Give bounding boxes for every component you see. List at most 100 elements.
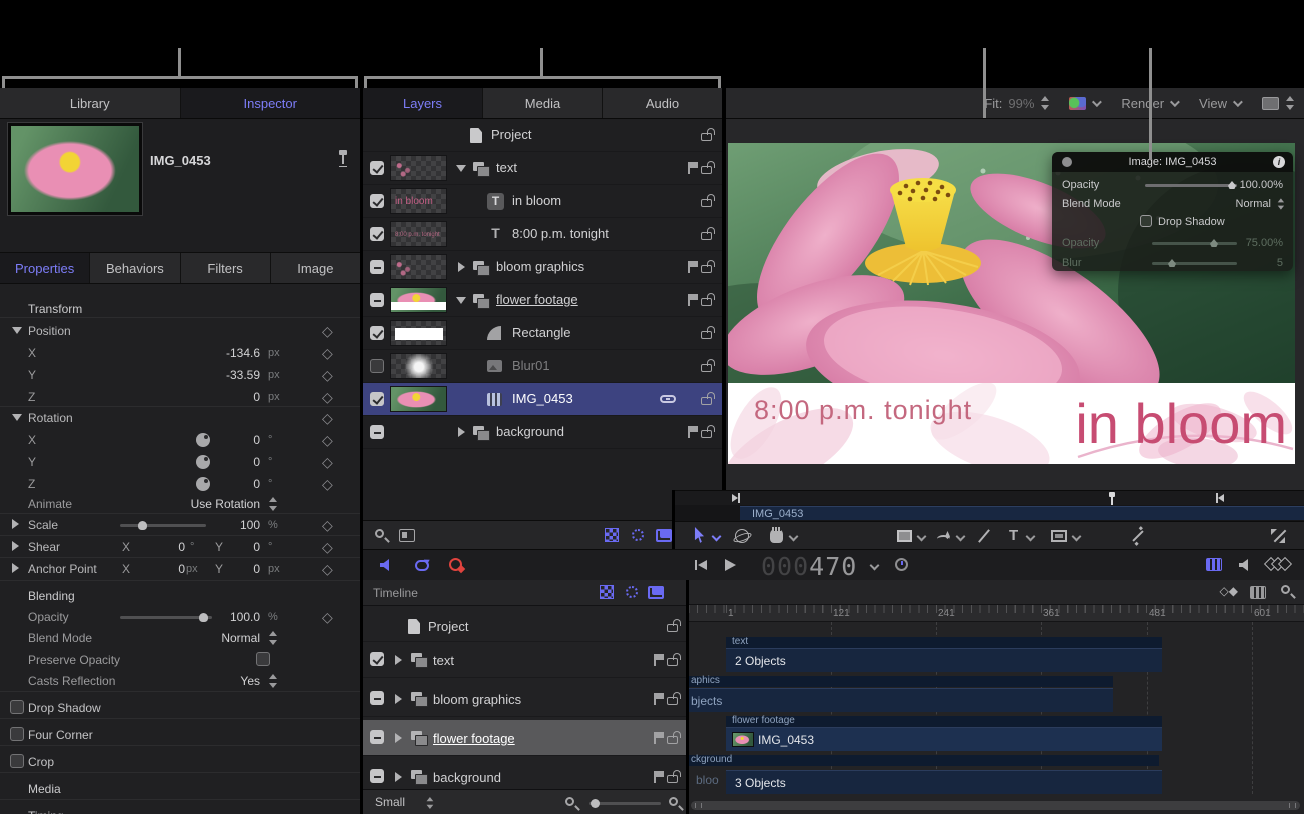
keyframe-icon[interactable]: ◇: [322, 433, 333, 447]
stepper-icon[interactable]: [268, 497, 277, 511]
mini-timeline-clip[interactable]: IMG_0453: [675, 505, 1304, 521]
link-icon[interactable]: [660, 395, 676, 403]
disclosure-triangle[interactable]: [12, 414, 22, 421]
fit-value[interactable]: 99%: [1008, 96, 1034, 111]
disclosure-triangle[interactable]: [12, 541, 19, 551]
chevron-down-icon[interactable]: [1072, 532, 1082, 542]
timeline-ruler[interactable]: 1 121 241 361 481 601: [689, 605, 1304, 622]
checkerboard-icon[interactable]: [600, 585, 614, 599]
activation-checkbox[interactable]: [370, 652, 384, 666]
lock-icon[interactable]: [667, 658, 678, 666]
tab-layers[interactable]: Layers: [363, 88, 483, 118]
record-icon[interactable]: [449, 558, 462, 571]
keyframe-icon[interactable]: ◇: [322, 540, 333, 554]
tab-filters[interactable]: Filters: [181, 253, 271, 283]
keyframe-icon[interactable]: ◇: [322, 455, 333, 469]
play-icon[interactable]: [725, 559, 736, 571]
keyframe-icon[interactable]: ◇: [322, 324, 333, 338]
keyframes-toggle-icon[interactable]: ◇◆: [1220, 584, 1238, 598]
track-size-popup[interactable]: Small: [375, 795, 405, 809]
keyframe-icon[interactable]: ◇: [322, 346, 333, 360]
drop-shadow-row[interactable]: Drop Shadow: [0, 697, 352, 719]
circle-mask-icon[interactable]: [632, 529, 644, 541]
zoom-in-icon[interactable]: [669, 797, 678, 806]
lock-icon[interactable]: [701, 298, 712, 306]
activation-checkbox[interactable]: [370, 691, 384, 705]
lock-icon[interactable]: [701, 166, 712, 174]
keyframe-icon[interactable]: ◇: [322, 411, 333, 425]
keyframe-icon[interactable]: ◇: [322, 368, 333, 382]
info-icon[interactable]: i: [1273, 156, 1285, 168]
position-z-row[interactable]: Z 0 px ◇: [0, 386, 352, 408]
rotation-dial[interactable]: [196, 455, 210, 469]
activation-checkbox[interactable]: [370, 359, 384, 373]
anchor-x-value[interactable]: 0: [178, 562, 185, 576]
track-bar-background-objects[interactable]: 3 Objects: [726, 770, 1162, 794]
fullscreen-icon[interactable]: [1271, 529, 1285, 543]
lock-icon[interactable]: [701, 265, 712, 273]
position-row[interactable]: Position ◇: [0, 320, 352, 342]
opacity-slider[interactable]: [120, 616, 212, 619]
lock-icon[interactable]: [701, 331, 712, 339]
rotation-dial[interactable]: [196, 433, 210, 447]
stepper-icon[interactable]: [426, 797, 434, 809]
pin-icon[interactable]: [342, 155, 344, 164]
rotation-x-row[interactable]: X 0 ° ◇: [0, 429, 352, 451]
zoom-out-icon[interactable]: [565, 797, 574, 806]
select-tool-icon[interactable]: [693, 527, 706, 543]
hand-tool-icon[interactable]: [770, 529, 783, 543]
four-corner-row[interactable]: Four Corner: [0, 724, 352, 746]
keyframe-icon[interactable]: ◇: [322, 477, 333, 491]
chevron-down-icon[interactable]: [1233, 97, 1243, 107]
disclosure-triangle[interactable]: [12, 327, 22, 334]
adjust-wand-icon[interactable]: [1132, 530, 1143, 541]
track-label-background[interactable]: ckground: [689, 755, 1159, 766]
disclosure-triangle[interactable]: [458, 262, 465, 272]
line-tool-icon[interactable]: [978, 529, 990, 543]
layout-icon[interactable]: [399, 529, 415, 542]
show-keyframes-icon[interactable]: [1266, 557, 1292, 571]
shear-y-value[interactable]: 0: [253, 540, 260, 554]
activation-checkbox[interactable]: [370, 194, 384, 208]
layer-row-800pm[interactable]: 8:00 p.m. tonight T 8:00 p.m. tonight: [363, 218, 722, 251]
preserve-opacity-row[interactable]: Preserve Opacity: [0, 649, 352, 671]
audio-mute-icon[interactable]: [380, 559, 389, 571]
text-tool-icon[interactable]: T: [1009, 527, 1018, 544]
disclosure-triangle[interactable]: [395, 655, 402, 665]
animate-row[interactable]: Animate Use Rotation: [0, 493, 352, 515]
hud-drop-shadow-row[interactable]: Drop Shadow: [1052, 213, 1293, 231]
show-audio-icon[interactable]: [1239, 559, 1248, 571]
lock-icon[interactable]: [701, 397, 712, 405]
disclosure-triangle[interactable]: [12, 563, 19, 573]
disclosure-triangle[interactable]: [456, 165, 466, 172]
hud-drop-shadow-checkbox[interactable]: [1140, 215, 1152, 227]
rotation-x-value[interactable]: 0: [253, 433, 260, 447]
chevron-down-icon[interactable]: [789, 532, 799, 542]
hud-blend-mode-popup[interactable]: Normal: [1236, 198, 1271, 210]
layers-stack-icon[interactable]: [648, 586, 664, 599]
timeline-row-flower-footage[interactable]: flower footage: [363, 720, 686, 756]
flag-icon[interactable]: [688, 261, 690, 273]
lock-icon[interactable]: [667, 775, 678, 783]
stepper-icon[interactable]: [1040, 96, 1049, 110]
casts-reflection-popup[interactable]: Yes: [240, 674, 260, 688]
keyframe-icon[interactable]: ◇: [322, 610, 333, 624]
scale-row[interactable]: Scale 100 % ◇: [0, 514, 352, 536]
orbit-tool-icon[interactable]: [735, 529, 749, 543]
layer-row-project[interactable]: Project: [363, 119, 722, 152]
position-z-value[interactable]: 0: [253, 390, 260, 404]
flag-icon[interactable]: [654, 732, 656, 744]
flag-icon[interactable]: [688, 294, 690, 306]
activation-checkbox[interactable]: [370, 293, 384, 307]
activation-checkbox[interactable]: [370, 260, 384, 274]
activation-checkbox[interactable]: [370, 392, 384, 406]
timecode-display[interactable]: 000470: [761, 552, 857, 581]
layer-row-flower-footage[interactable]: flower footage: [363, 284, 722, 317]
stepper-icon[interactable]: [1285, 96, 1294, 110]
rectangle-tool-icon[interactable]: [897, 530, 912, 542]
scale-slider[interactable]: [120, 524, 206, 527]
track-bar-bloom-graphics[interactable]: bjects: [689, 688, 1113, 712]
lock-icon[interactable]: [701, 133, 712, 141]
layers-stack-icon[interactable]: [656, 529, 672, 542]
keyframe-icon[interactable]: ◇: [322, 518, 333, 532]
